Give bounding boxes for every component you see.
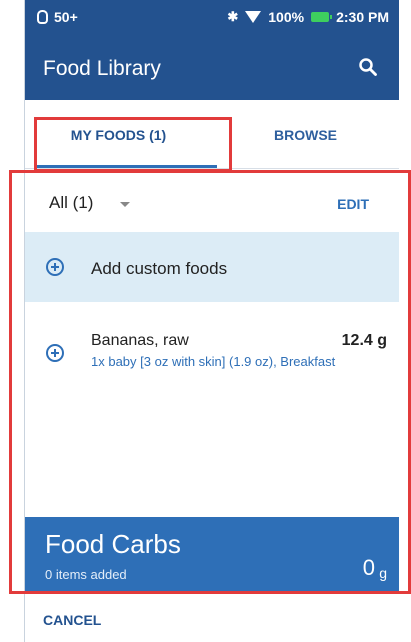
- tab-browse[interactable]: BROWSE: [212, 100, 399, 168]
- clock: 2:30 PM: [336, 9, 389, 25]
- status-right: ✱ 100% 2:30 PM: [227, 9, 389, 25]
- cancel-button[interactable]: CANCEL: [43, 612, 101, 628]
- app-bar: Food Library: [25, 36, 399, 100]
- status-left: 50+: [37, 9, 78, 25]
- tab-bar: MY FOODS (1) BROWSE: [25, 100, 399, 168]
- add-custom-foods-label: Add custom foods: [91, 259, 228, 278]
- app-screen: 50+ ✱ 100% 2:30 PM Food Library MY FOODS…: [24, 0, 399, 642]
- summary-title: Food Carbs: [45, 529, 181, 559]
- food-carbs: 12.4 g: [341, 332, 387, 349]
- add-circle-icon[interactable]: [46, 258, 64, 276]
- chevron-down-icon[interactable]: [120, 202, 130, 207]
- bluetooth-icon: ✱: [227, 9, 239, 24]
- add-circle-icon[interactable]: [46, 344, 64, 362]
- alarm-count: 50+: [54, 9, 78, 25]
- food-carbs-summary: Food Carbs 0 items added 0 g: [25, 517, 399, 591]
- divider: [25, 168, 399, 169]
- summary-subtitle: 0 items added: [45, 567, 127, 582]
- food-serving-detail: 1x baby [3 oz with skin] (1.9 oz), Break…: [91, 354, 336, 369]
- summary-value: 0: [362, 555, 375, 580]
- edit-button[interactable]: EDIT: [337, 196, 369, 212]
- summary-unit: g: [379, 565, 387, 581]
- filter-dropdown[interactable]: All (1): [49, 193, 93, 213]
- battery-icon: [311, 12, 333, 22]
- food-name: Bananas, raw: [91, 332, 189, 349]
- add-custom-foods-row[interactable]: Add custom foods: [25, 232, 399, 302]
- filter-row: All (1) EDIT: [25, 180, 399, 226]
- tab-my-foods[interactable]: MY FOODS (1): [25, 100, 212, 168]
- list-item[interactable]: Bananas, raw 12.4 g 1x baby [3 oz with s…: [25, 318, 399, 398]
- alarm-icon: [37, 10, 48, 24]
- battery-percent: 100%: [268, 9, 305, 25]
- search-icon[interactable]: [359, 58, 377, 76]
- status-bar: 50+ ✱ 100% 2:30 PM: [25, 0, 399, 36]
- page-title: Food Library: [43, 57, 161, 80]
- wifi-icon: [245, 11, 262, 23]
